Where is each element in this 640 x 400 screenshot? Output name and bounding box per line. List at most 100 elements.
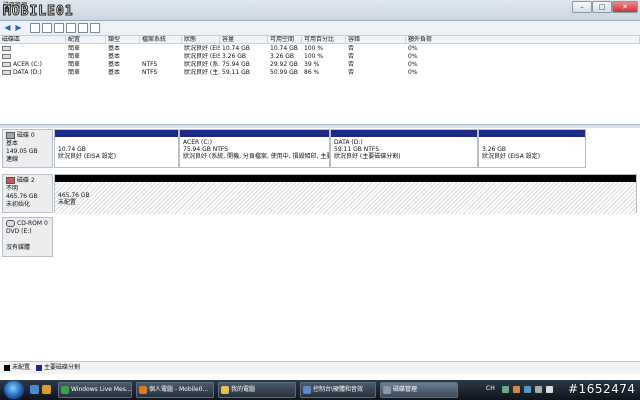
type-cell: 基本 [108, 45, 121, 52]
capacity-cell: 59.11 GB [222, 69, 250, 76]
disk-size: 149.05 GB [6, 148, 38, 155]
drive-icon [2, 46, 11, 51]
overhead-cell: 0% [408, 45, 418, 52]
legend-unallocated: 未配置 [12, 364, 31, 371]
col-header-capacity[interactable]: 容量 [220, 36, 268, 44]
unallocated-bar [55, 175, 636, 182]
toolbar: ◀ ▶ [0, 21, 640, 36]
type-cell: 基本 [108, 69, 121, 76]
browser-icon[interactable] [42, 385, 51, 394]
drive-icon [2, 62, 11, 67]
disk-size: 465.76 GB [6, 193, 38, 200]
tray-icon[interactable] [513, 386, 520, 393]
language-indicator[interactable]: CH [486, 385, 495, 392]
partition-acer-c[interactable]: ACER (C:) 75.94 GB NTFS 狀況良好 (系統, 開機, 分頁… [179, 129, 330, 168]
console-tree-icon[interactable] [30, 23, 40, 33]
taskbar-button-messenger[interactable]: Windows Live Mes... [58, 382, 132, 398]
col-header-free-percent[interactable]: 可用百分比 [302, 36, 346, 44]
col-header-free[interactable]: 可用空間 [268, 36, 302, 44]
partition-size: 465.76 GB [58, 192, 90, 199]
minimize-button[interactable]: – [572, 1, 592, 13]
volume-name-cell: DATA (D:) [0, 69, 66, 77]
filesystem-cell: NTFS [142, 61, 158, 68]
primary-partition-bar [180, 130, 329, 137]
disk-map: 磁碟 0 基本 149.05 GB 連線 10.74 GB 狀況良好 (EISA… [0, 128, 640, 360]
maximize-button[interactable]: □ [592, 1, 612, 13]
partition-size: 3.26 GB [482, 146, 507, 153]
taskbar-button-disk-management[interactable]: 磁碟管理 [380, 382, 458, 398]
disk-2-label[interactable]: 磁碟 2 不明 465.76 GB 未初始化 [2, 174, 53, 213]
col-header-overhead[interactable]: 額外負荷 [406, 36, 640, 44]
cd-icon [6, 220, 15, 227]
free-percent-cell: 39 % [304, 61, 320, 68]
cdrom-0-label[interactable]: CD-ROM 0 DVD (E:) 沒有媒體 [2, 217, 53, 257]
volume-name-cell: ACER (C:) [0, 61, 66, 69]
help-topic-icon[interactable] [66, 23, 76, 33]
start-button[interactable] [4, 381, 24, 399]
taskbar-button-computer[interactable]: 我的電腦 [218, 382, 296, 398]
partition-size: 10.74 GB [58, 146, 86, 153]
partition-data-d[interactable]: DATA (D:) 59.11 GB NTFS 狀況良好 (主要磁碟分割) [330, 129, 478, 168]
close-button[interactable]: ✕ [612, 1, 638, 13]
disk-type: 基本 [6, 140, 19, 147]
partition-name: ACER (C:) [183, 139, 212, 146]
capacity-cell: 75.94 GB [222, 61, 250, 68]
partition-eisa-2[interactable]: 3.26 GB 狀況良好 (EISA 設定) [478, 129, 586, 168]
tray-icon[interactable] [524, 386, 531, 393]
status-cell: 狀況良好 (EISA... [184, 53, 220, 60]
primary-partition-bar [331, 130, 477, 137]
disk-type: 不明 [6, 185, 19, 192]
disk-status: 未初始化 [6, 201, 31, 208]
table-row[interactable]: 簡單 基本 狀況良好 (EISA... 10.74 GB 10.74 GB 10… [0, 45, 640, 53]
layout-cell: 簡單 [68, 45, 81, 52]
legend-primary: 主要磁碟分割 [43, 364, 80, 371]
overhead-cell: 0% [408, 61, 418, 68]
col-header-type[interactable]: 類型 [106, 36, 140, 44]
watermark: #1652474 [568, 382, 636, 396]
partition-name: DATA (D:) [334, 139, 363, 146]
disk-icon [6, 132, 15, 139]
table-row[interactable]: 簡單 基本 狀況良好 (EISA... 3.26 GB 3.26 GB 100 … [0, 53, 640, 61]
settings-icon[interactable] [90, 23, 100, 33]
partition-eisa-1[interactable]: 10.74 GB 狀況良好 (EISA 設定) [54, 129, 179, 168]
partition-status: 未配置 [58, 199, 77, 206]
filesystem-cell: NTFS [142, 69, 158, 76]
show-desktop-icon[interactable] [30, 385, 39, 394]
fault-tolerance-cell: 否 [348, 61, 355, 68]
show-list-icon[interactable] [78, 23, 88, 33]
free-cell: 10.74 GB [270, 45, 298, 52]
free-cell: 50.99 GB [270, 69, 298, 76]
col-header-fault-tolerance[interactable]: 容錯 [346, 36, 406, 44]
network-icon[interactable] [535, 386, 542, 393]
primary-partition-bar [479, 130, 585, 137]
back-arrow-icon[interactable]: ◀ [3, 23, 12, 32]
drive-icon [2, 70, 11, 75]
volume-list: 磁碟區 配置 類型 檔案系統 狀態 容量 可用空間 可用百分比 容錯 額外負荷 … [0, 36, 640, 124]
taskbar-button-browser[interactable]: 個人電腦 - Mobile0... [136, 382, 214, 398]
col-header-layout[interactable]: 配置 [66, 36, 106, 44]
table-row[interactable]: ACER (C:) 簡單 基本 NTFS 狀況良好 (系... 75.94 GB… [0, 61, 640, 69]
table-row[interactable]: DATA (D:) 簡單 基本 NTFS 狀況良好 (主... 59.11 GB… [0, 69, 640, 77]
col-header-filesystem[interactable]: 檔案系統 [140, 36, 182, 44]
forward-arrow-icon[interactable]: ▶ [14, 23, 23, 32]
disk-management-icon [383, 386, 391, 394]
tray-icon[interactable] [502, 386, 509, 393]
legend-primary-swatch [35, 364, 42, 371]
taskbar-button-control-panel[interactable]: 控制台\硬體和音效 [300, 382, 376, 398]
volume-name-cell [0, 53, 66, 61]
disk-0-label[interactable]: 磁碟 0 基本 149.05 GB 連線 [2, 129, 53, 168]
free-percent-cell: 100 % [304, 53, 324, 60]
help-icon[interactable] [42, 23, 52, 33]
fault-tolerance-cell: 否 [348, 69, 355, 76]
partition-size: 59.11 GB NTFS [334, 146, 380, 153]
properties-icon[interactable] [54, 23, 64, 33]
col-header-volume[interactable]: 磁碟區 [0, 36, 66, 44]
messenger-icon [61, 386, 69, 394]
partition-unallocated[interactable]: 465.76 GB 未配置 [54, 174, 637, 214]
volume-icon[interactable] [546, 386, 553, 393]
type-cell: 基本 [108, 53, 121, 60]
fault-tolerance-cell: 否 [348, 53, 355, 60]
col-header-status[interactable]: 狀態 [182, 36, 220, 44]
filesystem-cell [140, 53, 182, 61]
status-cell: 狀況良好 (EISA... [184, 45, 220, 52]
